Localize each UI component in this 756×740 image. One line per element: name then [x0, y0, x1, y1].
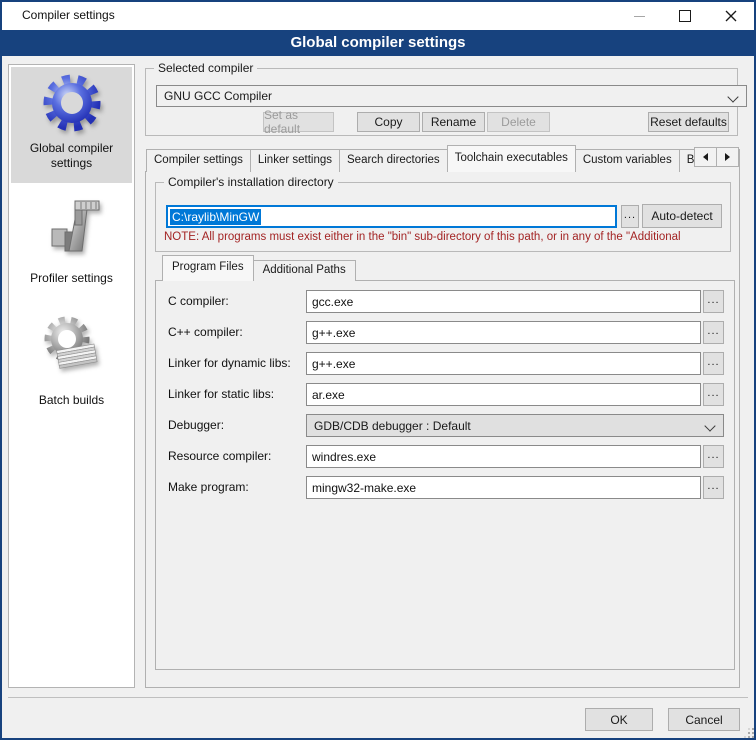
set-as-default-label: Set as default	[264, 108, 333, 136]
set-as-default-button[interactable]: Set as default	[263, 112, 334, 132]
settings-category-sidebar: Global compiler settings	[8, 64, 135, 688]
ok-label: OK	[610, 713, 627, 727]
linker-static-input[interactable]	[306, 383, 701, 406]
title-bar: Compiler settings	[0, 0, 756, 30]
linker-dynamic-label: Linker for dynamic libs:	[168, 356, 291, 370]
selected-compiler-group: Selected compiler GNU GCC Compiler Set a…	[145, 68, 738, 136]
reset-defaults-label: Reset defaults	[650, 115, 727, 129]
installation-directory-group-label: Compiler's installation directory	[164, 175, 338, 190]
tab-linker-settings[interactable]: Linker settings	[250, 149, 340, 172]
footer-divider	[8, 697, 748, 698]
c-compiler-browse-button[interactable]: ...	[703, 290, 724, 313]
installation-directory-input[interactable]: C:\raylib\MinGW	[166, 205, 617, 228]
tab-custom-variables[interactable]: Custom variables	[575, 149, 680, 172]
linker-dynamic-input[interactable]	[306, 352, 701, 375]
browse-ellipsis-label: ...	[624, 209, 636, 221]
gray-gear-stack-icon	[40, 313, 104, 377]
cancel-button[interactable]: Cancel	[668, 708, 740, 731]
reset-defaults-button[interactable]: Reset defaults	[648, 112, 729, 132]
sidebar-item-label: Profiler settings	[16, 271, 128, 286]
dialog-header: Global compiler settings	[2, 30, 754, 56]
make-program-browse-button[interactable]: ...	[703, 476, 724, 499]
caliper-icon	[40, 193, 104, 257]
tab-compiler-settings[interactable]: Compiler settings	[146, 149, 251, 172]
delete-button[interactable]: Delete	[487, 112, 550, 132]
rename-button[interactable]: Rename	[422, 112, 485, 132]
tab-toolchain-executables[interactable]: Toolchain executables	[447, 145, 576, 172]
c-compiler-label: C compiler:	[168, 294, 229, 308]
resource-compiler-browse-button[interactable]: ...	[703, 445, 724, 468]
maximize-icon	[679, 10, 691, 22]
maximize-button[interactable]	[662, 2, 708, 30]
resource-compiler-label: Resource compiler:	[168, 449, 271, 463]
cpp-compiler-input[interactable]	[306, 321, 701, 344]
installation-directory-value: C:\raylib\MinGW	[170, 209, 261, 225]
selected-compiler-group-label: Selected compiler	[154, 61, 257, 76]
linker-static-label: Linker for static libs:	[168, 387, 274, 401]
installation-directory-browse-button[interactable]: ...	[621, 205, 639, 228]
rename-label: Rename	[431, 115, 476, 129]
sidebar-item-batch-builds[interactable]: Batch builds	[11, 311, 132, 417]
debugger-select[interactable]: GDB/CDB debugger : Default	[306, 414, 724, 437]
compiler-select-value: GNU GCC Compiler	[164, 89, 272, 103]
ok-button[interactable]: OK	[585, 708, 653, 731]
tab-scroll-left-button[interactable]	[694, 147, 717, 167]
close-button[interactable]	[708, 2, 754, 30]
program-tab-strip: Program Files Additional Paths	[163, 256, 356, 281]
resource-compiler-input[interactable]	[306, 445, 701, 468]
program-files-panel: C compiler: ... C++ compiler: ... Linker…	[155, 280, 735, 670]
delete-label: Delete	[501, 115, 536, 129]
tab-scroll-right-button[interactable]	[716, 147, 739, 167]
minimize-button[interactable]	[616, 2, 662, 30]
tab-search-directories[interactable]: Search directories	[339, 149, 448, 172]
linker-dynamic-browse-button[interactable]: ...	[703, 352, 724, 375]
resize-grip[interactable]	[748, 732, 750, 734]
installation-directory-group: Compiler's installation directory C:\ray…	[155, 182, 731, 252]
c-compiler-input[interactable]	[306, 290, 701, 313]
cancel-label: Cancel	[685, 713, 722, 727]
window-title: Compiler settings	[22, 0, 115, 30]
make-program-label: Make program:	[168, 480, 249, 494]
main-tab-strip: Compiler settings Linker settings Search…	[146, 146, 740, 172]
chevron-down-icon	[727, 91, 738, 102]
close-icon	[725, 10, 737, 22]
auto-detect-label: Auto-detect	[651, 209, 712, 223]
tab-scroll-buttons	[695, 147, 739, 167]
auto-detect-button[interactable]: Auto-detect	[642, 204, 722, 228]
arrow-left-icon	[703, 153, 708, 161]
chevron-down-icon	[704, 420, 715, 431]
sidebar-item-profiler-settings[interactable]: Profiler settings	[11, 191, 132, 291]
sidebar-item-label: Batch builds	[16, 393, 128, 408]
sidebar-item-global-compiler-settings[interactable]: Global compiler settings	[11, 67, 132, 183]
make-program-input[interactable]	[306, 476, 701, 499]
arrow-right-icon	[725, 153, 730, 161]
compiler-settings-window: Compiler settings Global compiler settin…	[0, 0, 756, 740]
compiler-select[interactable]: GNU GCC Compiler	[156, 85, 747, 107]
debugger-select-value: GDB/CDB debugger : Default	[314, 419, 471, 433]
tab-program-files[interactable]: Program Files	[162, 255, 254, 281]
copy-button[interactable]: Copy	[357, 112, 420, 132]
copy-label: Copy	[374, 115, 402, 129]
sidebar-item-label: Global compiler settings	[16, 141, 128, 171]
blue-gear-icon	[40, 71, 104, 135]
bin-subdirectory-note: NOTE: All programs must exist either in …	[164, 231, 724, 246]
tab-additional-paths[interactable]: Additional Paths	[253, 260, 356, 281]
linker-static-browse-button[interactable]: ...	[703, 383, 724, 406]
minimize-icon	[634, 16, 645, 17]
debugger-label: Debugger:	[168, 418, 224, 432]
cpp-compiler-browse-button[interactable]: ...	[703, 321, 724, 344]
cpp-compiler-label: C++ compiler:	[168, 325, 243, 339]
